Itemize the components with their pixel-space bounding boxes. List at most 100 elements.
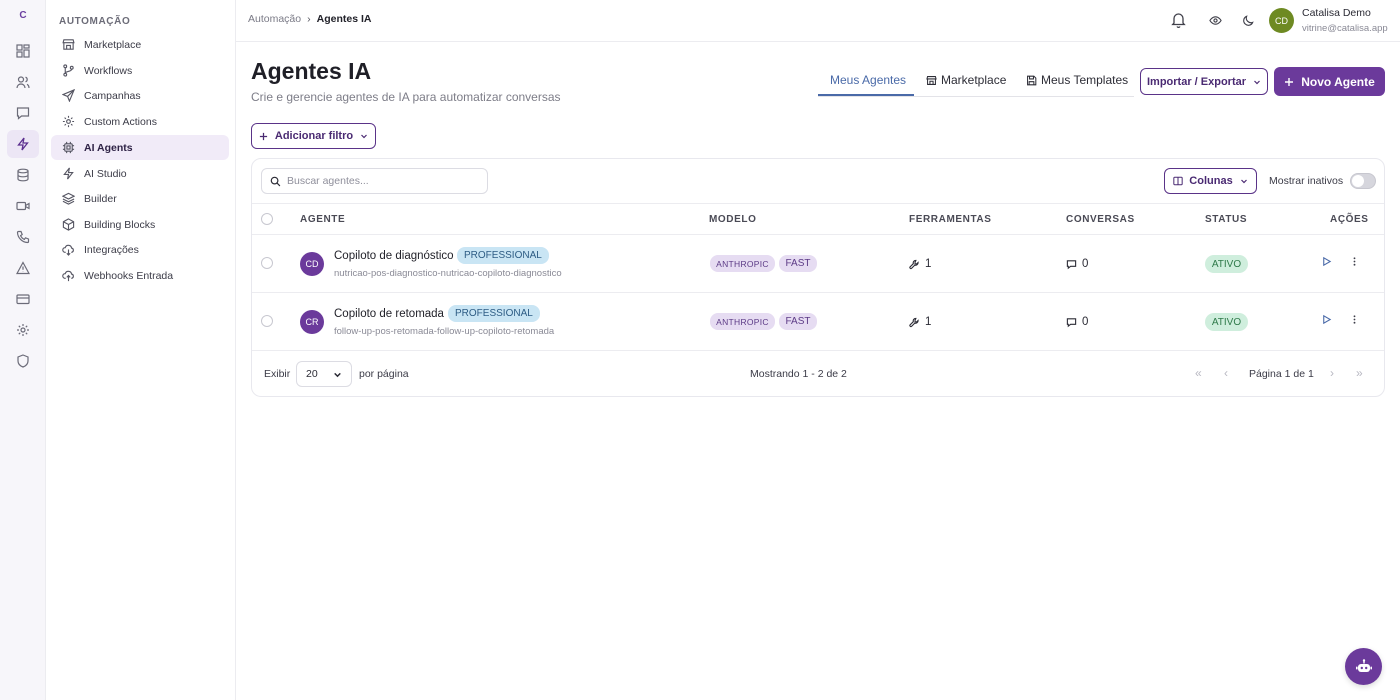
agent-name[interactable]: Copiloto de diagnóstico (334, 250, 454, 262)
plus-icon (1284, 77, 1294, 87)
agent-slug: nutricao-pos-diagnostico-nutricao-copilo… (334, 268, 562, 279)
tools-value: 1 (925, 258, 932, 270)
row-checkbox[interactable] (261, 315, 273, 327)
run-agent-play-icon[interactable] (1321, 256, 1332, 267)
settings-icon[interactable] (7, 316, 39, 344)
speed-badge: FAST (779, 313, 817, 330)
users-icon[interactable] (7, 68, 39, 96)
chat-icon[interactable] (7, 99, 39, 127)
more-options-icon[interactable] (1349, 314, 1360, 325)
tools-value: 1 (925, 316, 932, 328)
more-options-icon[interactable] (1349, 256, 1360, 267)
layers-icon (59, 190, 77, 208)
wrench-icon (909, 259, 925, 270)
gear-icon (59, 113, 77, 131)
column-header-status[interactable]: STATUS (1205, 214, 1247, 225)
breadcrumb-parent[interactable]: Automação (248, 13, 301, 25)
agent-name[interactable]: Copiloto de retomada (334, 308, 444, 320)
tier-badge: PROFESSIONAL (457, 247, 549, 264)
show-inactive-toggle[interactable] (1350, 173, 1376, 189)
sidebar-item-marketplace[interactable]: Marketplace (51, 32, 229, 57)
add-filter-label: Adicionar filtro (274, 130, 354, 142)
bell-icon[interactable] (1171, 11, 1186, 28)
showing-count: Mostrando 1 - 2 de 2 (750, 368, 847, 380)
assistant-bot-button[interactable] (1345, 648, 1382, 685)
wrench-icon (909, 317, 925, 328)
add-filter-button[interactable]: Adicionar filtro (251, 123, 376, 149)
per-page-select[interactable]: 20 (296, 361, 352, 387)
page-subtitle: Crie e gerencie agentes de IA para autom… (251, 90, 561, 104)
new-agent-button[interactable]: Novo Agente (1274, 67, 1385, 96)
new-agent-label: Novo Agente (1301, 74, 1375, 89)
status-badge: ATIVO (1205, 313, 1248, 331)
sidebar-item-webhooks-entrada[interactable]: Webhooks Entrada (51, 263, 229, 288)
message-icon (1066, 317, 1082, 328)
git-branch-icon (59, 62, 77, 80)
topbar: Automação › Agentes IA CD Catalisa Demo … (236, 0, 1400, 42)
first-page-button[interactable]: « (1195, 366, 1202, 380)
dashboard-icon[interactable] (7, 37, 39, 65)
show-label: Exibir (264, 368, 291, 380)
next-page-button[interactable]: › (1330, 366, 1334, 380)
run-agent-play-icon[interactable] (1321, 314, 1332, 325)
conversations-value: 0 (1082, 258, 1089, 270)
eye-icon[interactable] (1209, 14, 1222, 27)
zap-icon (59, 165, 77, 183)
shield-icon[interactable] (7, 347, 39, 375)
conversations-value: 0 (1082, 316, 1089, 328)
chevron-down-icon (360, 132, 368, 140)
import-export-label: Importar / Exportar (1146, 75, 1247, 88)
moon-icon[interactable] (1242, 14, 1255, 27)
tab-meus-agentes[interactable]: Meus Agentes (830, 73, 906, 87)
store-icon (59, 36, 77, 54)
column-header-conversations[interactable]: CONVERSAS (1066, 214, 1135, 225)
sidebar-item-custom-actions[interactable]: Custom Actions (51, 109, 229, 134)
sidebar-item-integracoes[interactable]: Integrações (51, 237, 229, 262)
show-inactive-label: Mostrar inativos (1269, 175, 1344, 187)
sidebar-item-building-blocks[interactable]: Building Blocks (51, 212, 229, 237)
table-row[interactable]: CR Copiloto de retomada PROFESSIONAL fol… (252, 293, 1384, 351)
billing-icon[interactable] (7, 285, 39, 313)
row-checkbox[interactable] (261, 257, 273, 269)
search-input[interactable] (287, 175, 477, 187)
page-indicator: Página 1 de 1 (1249, 368, 1314, 380)
breadcrumb-separator: › (307, 13, 311, 25)
sidebar-item-label: Campanhas (84, 89, 141, 102)
database-icon[interactable] (7, 161, 39, 189)
column-header-agent[interactable]: AGENTE (300, 214, 345, 225)
automation-icon[interactable] (7, 130, 39, 158)
app-logo[interactable]: C (0, 10, 46, 21)
last-page-button[interactable]: » (1356, 366, 1363, 380)
column-header-tools[interactable]: FERRAMENTAS (909, 214, 992, 225)
breadcrumb: Automação › Agentes IA (248, 13, 371, 25)
phone-icon[interactable] (7, 223, 39, 251)
sidebar-item-builder[interactable]: Builder (51, 186, 229, 211)
table-row[interactable]: CD Copiloto de diagnóstico PROFESSIONAL … (252, 235, 1384, 293)
alert-icon[interactable] (7, 254, 39, 282)
breadcrumb-current: Agentes IA (316, 13, 372, 25)
sidebar-item-label: Integrações (84, 243, 139, 256)
tab-marketplace[interactable]: Marketplace (926, 73, 1006, 87)
prev-page-button[interactable]: ‹ (1224, 366, 1228, 380)
column-header-model[interactable]: MODELO (709, 214, 757, 225)
store-icon (926, 75, 937, 86)
user-email: vitrine@catalisa.app (1302, 23, 1388, 34)
table-header: AGENTE MODELO FERRAMENTAS CONVERSAS STAT… (252, 203, 1384, 235)
columns-button[interactable]: Colunas (1164, 168, 1257, 194)
video-icon[interactable] (7, 192, 39, 220)
sidebar-section-title: AUTOMAÇÃO (59, 16, 131, 27)
select-all-checkbox[interactable] (261, 213, 273, 225)
provider-badge: ANTHROPIC (710, 255, 775, 272)
tab-meus-templates[interactable]: Meus Templates (1026, 73, 1128, 87)
import-export-button[interactable]: Importar / Exportar (1140, 68, 1268, 95)
sidebar-item-ai-studio[interactable]: AI Studio (51, 161, 229, 186)
sidebar-item-workflows[interactable]: Workflows (51, 58, 229, 83)
avatar[interactable]: CD (1269, 8, 1294, 33)
agents-table-card: Colunas Mostrar inativos AGENTE MODELO F… (251, 158, 1385, 397)
search-box[interactable] (261, 168, 488, 194)
sidebar-item-campanhas[interactable]: Campanhas (51, 83, 229, 108)
sidebar-item-label: AI Agents (84, 141, 133, 154)
tab-label: Marketplace (941, 73, 1007, 87)
cloud-in-icon (59, 267, 77, 285)
sidebar-item-ai-agents[interactable]: AI Agents (51, 135, 229, 160)
